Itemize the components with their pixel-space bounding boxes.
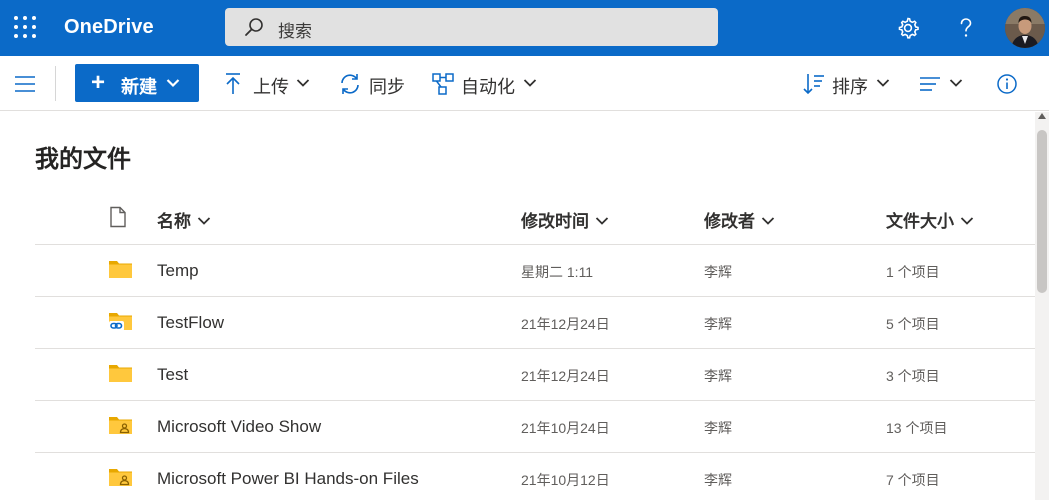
table-row[interactable]: Temp 星期二 1:11 李辉 1 个项目 <box>35 245 1035 297</box>
row-modified: 星期二 1:11 <box>521 264 594 280</box>
row-name[interactable]: Test <box>157 365 188 385</box>
app-title[interactable]: OneDrive <box>64 16 154 39</box>
app-launcher-icon[interactable] <box>14 16 36 38</box>
shared-people-folder-icon <box>109 469 132 486</box>
menu-icon[interactable] <box>14 75 36 93</box>
automate-icon <box>432 73 454 95</box>
column-header-modified-by-label: 修改者 <box>704 212 755 231</box>
chevron-down-icon <box>876 79 890 87</box>
chevron-down-icon <box>523 79 537 87</box>
row-name[interactable]: Microsoft Video Show <box>157 417 321 437</box>
chevron-down-icon <box>949 79 963 87</box>
info-button[interactable] <box>996 70 1020 98</box>
row-modified: 21年12月24日 <box>521 316 610 332</box>
sort-icon <box>803 74 824 95</box>
plus-icon: + <box>91 69 106 96</box>
column-header-name[interactable]: 名称 <box>157 207 211 232</box>
view-options-icon <box>920 77 940 91</box>
sync-icon <box>341 74 359 94</box>
row-modified-by: 李辉 <box>704 420 732 436</box>
user-photo-icon <box>1005 8 1045 48</box>
row-size: 5 个项目 <box>886 316 940 332</box>
row-modified: 21年10月12日 <box>521 472 610 488</box>
folder-icon <box>109 365 132 382</box>
toolbar-divider <box>55 66 56 101</box>
column-header-size[interactable]: 文件大小 <box>886 207 974 232</box>
row-name[interactable]: Temp <box>157 261 199 281</box>
sort-button[interactable]: 排序 <box>803 70 895 98</box>
avatar[interactable] <box>1005 8 1045 48</box>
gear-icon[interactable] <box>894 14 922 42</box>
row-size: 13 个项目 <box>886 420 948 436</box>
shared-link-folder-icon <box>109 313 132 331</box>
table-row[interactable]: Test 21年12月24日 李辉 3 个项目 <box>35 349 1035 401</box>
help-icon[interactable] <box>952 14 980 42</box>
search-placeholder: 搜索 <box>278 22 312 41</box>
chevron-down-icon <box>197 217 211 225</box>
row-modified-by: 李辉 <box>704 264 732 280</box>
column-header-modified-by[interactable]: 修改者 <box>704 207 775 232</box>
sync-label: 同步 <box>369 77 405 97</box>
top-header: OneDrive 搜索 <box>0 0 1049 56</box>
row-modified-by: 李辉 <box>704 472 732 488</box>
column-header-name-label: 名称 <box>157 212 191 231</box>
chevron-down-icon <box>960 217 974 225</box>
row-modified: 21年10月24日 <box>521 420 610 436</box>
row-size: 3 个项目 <box>886 368 940 384</box>
upload-label: 上传 <box>253 77 289 97</box>
info-icon <box>997 74 1017 94</box>
upload-icon <box>226 73 240 94</box>
command-bar: + 新建 上传 同步 自动化 排序 <box>0 56 1049 111</box>
row-size: 1 个项目 <box>886 264 940 280</box>
folder-icon <box>109 261 132 278</box>
search-icon <box>245 18 263 36</box>
column-header-size-label: 文件大小 <box>886 212 954 231</box>
chevron-down-icon <box>166 79 180 88</box>
row-name[interactable]: TestFlow <box>157 313 224 333</box>
page-title: 我的文件 <box>35 146 131 173</box>
row-size: 7 个项目 <box>886 472 940 488</box>
table-header: 名称 修改时间 修改者 文件大小 <box>35 192 1035 245</box>
row-modified: 21年12月24日 <box>521 368 610 384</box>
column-header-modified-label: 修改时间 <box>521 212 589 231</box>
chevron-down-icon <box>761 217 775 225</box>
automate-label: 自动化 <box>461 77 515 97</box>
scrollbar-thumb[interactable] <box>1037 130 1047 293</box>
chevron-down-icon <box>595 217 609 225</box>
table-row[interactable]: TestFlow 21年12月24日 李辉 5 个项目 <box>35 297 1035 349</box>
chevron-down-icon <box>296 79 310 87</box>
row-modified-by: 李辉 <box>704 316 732 332</box>
upload-button[interactable]: 上传 <box>223 70 315 98</box>
new-button[interactable]: + 新建 <box>75 64 199 102</box>
scroll-up-arrow-icon[interactable] <box>1038 113 1046 119</box>
row-name[interactable]: Microsoft Power BI Hands-on Files <box>157 469 419 489</box>
row-modified-by: 李辉 <box>704 368 732 384</box>
automate-button[interactable]: 自动化 <box>431 70 543 98</box>
table-row[interactable]: Microsoft Video Show 21年10月24日 李辉 13 个项目 <box>35 401 1035 453</box>
column-header-modified[interactable]: 修改时间 <box>521 207 609 232</box>
sort-label: 排序 <box>832 77 868 97</box>
search-input[interactable]: 搜索 <box>225 8 718 46</box>
new-button-label: 新建 <box>121 77 157 97</box>
file-type-icon[interactable] <box>109 206 127 228</box>
shared-people-folder-icon <box>109 417 132 434</box>
view-options-button[interactable] <box>919 70 967 98</box>
sync-button[interactable]: 同步 <box>338 70 408 98</box>
table-row[interactable]: Microsoft Power BI Hands-on Files 21年10月… <box>35 453 1035 500</box>
